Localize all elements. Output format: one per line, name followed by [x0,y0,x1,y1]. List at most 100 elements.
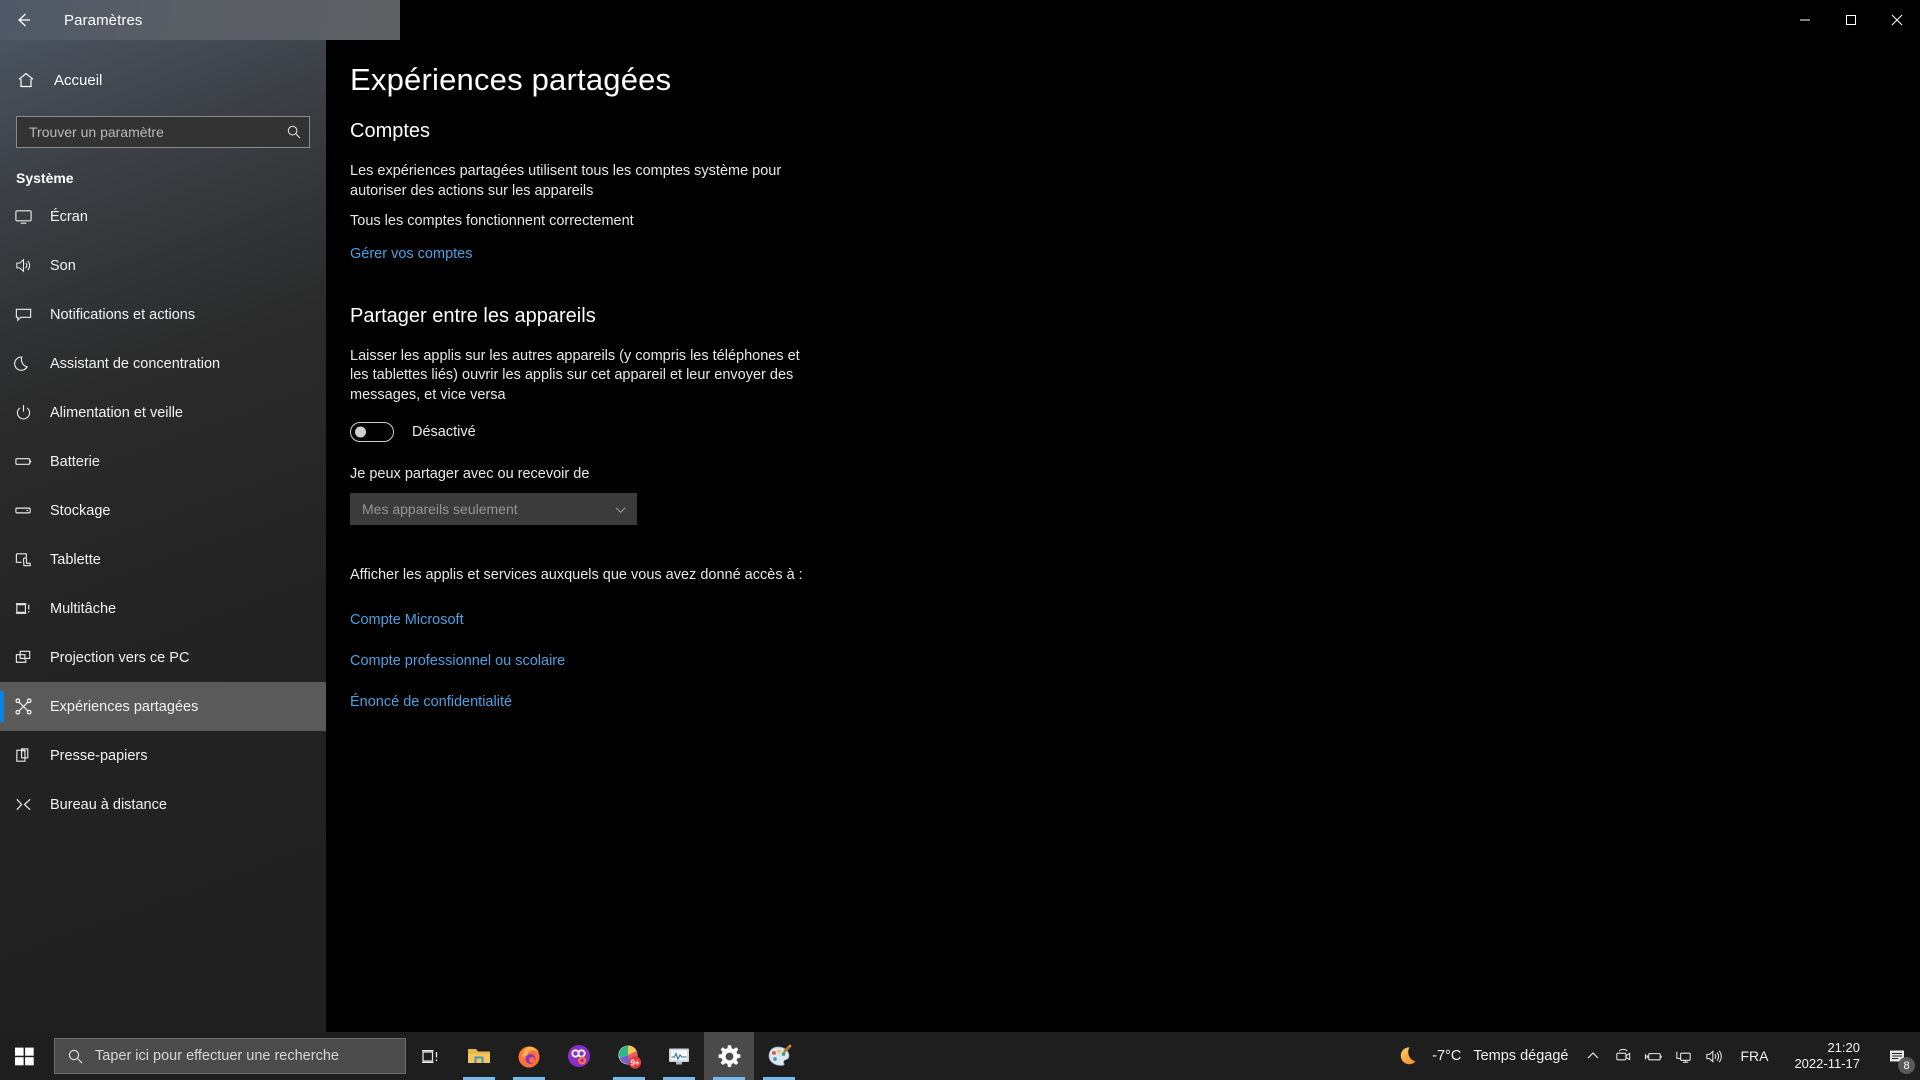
network-tray-button[interactable] [1668,1032,1698,1080]
clock[interactable]: 21:20 2022-11-17 [1780,1032,1874,1080]
settings-window: Paramètres Accueil Trouver un paramètre … [0,0,1920,1032]
search-input[interactable] [17,117,279,147]
taskbar-app-settings[interactable] [704,1032,754,1080]
show-hidden-icons-button[interactable] [1578,1032,1608,1080]
messaging-icon [568,1045,590,1067]
sidebar-item-label: Son [50,257,76,274]
accounts-heading: Comptes [350,120,431,142]
share-scope-value: Mes appareils seulement [362,501,518,517]
sidebar-item-label: Stockage [50,502,111,519]
maximize-icon [1846,15,1856,25]
power-icon [14,403,50,422]
charts-app-icon: 9+ [618,1045,642,1069]
privacy-statement-link[interactable]: Énoncé de confidentialité [350,694,1920,710]
monitor-icon [14,207,50,226]
share-heading: Partager entre les appareils [350,304,596,327]
taskbar-app-firefox[interactable] [504,1032,554,1080]
share-toggle-row: Désactivé [350,422,1920,442]
share-dropdown-label: Je peux partager avec ou recevoir de [350,466,590,482]
sidebar-item-experiences-partagees[interactable]: Expériences partagées [0,682,326,731]
window-controls [400,0,1920,40]
start-button[interactable] [0,1032,48,1080]
tablet-touch-icon [14,550,50,569]
clock-date: 2022-11-17 [1794,1056,1860,1071]
sidebar: Accueil Système [0,40,326,1032]
volume-tray-button[interactable] [1698,1032,1728,1080]
sidebar-item-label: Notifications et actions [50,306,196,323]
task-view-icon [421,1049,437,1063]
windows-logo-icon [14,1047,34,1065]
close-icon [1891,14,1903,26]
sidebar-item-tablette[interactable]: Tablette [0,535,326,584]
sidebar-item-label: Multitâche [50,600,117,617]
maximize-button[interactable] [1828,0,1874,40]
taskbar-app-charts[interactable]: 9+ [604,1032,654,1080]
chevron-down-icon [614,503,627,516]
gear-icon [718,1044,740,1067]
sidebar-item-ecran[interactable]: Écran [0,192,326,241]
crescent-moon-icon [1400,1047,1416,1065]
home-label: Accueil [54,71,103,89]
sidebar-item-projection[interactable]: Projection vers ce PC [0,633,326,682]
sidebar-item-presse-papiers[interactable]: Presse-papiers [0,731,326,780]
firefox-icon [518,1046,540,1068]
battery-charging-icon [1644,1052,1662,1060]
access-description: Afficher les applis et services auxquels… [350,567,803,583]
work-school-account-link[interactable]: Compte professionnel ou scolaire [350,653,1920,669]
home-icon [16,70,50,90]
taskbar-app-paint[interactable] [754,1032,804,1080]
taskbar-app-messaging[interactable] [554,1032,604,1080]
volume-icon [1706,1049,1722,1063]
window-title: Paramètres [64,11,143,29]
action-center-button[interactable]: 8 [1874,1032,1920,1080]
multitasking-icon [14,599,50,618]
share-scope-dropdown[interactable]: Mes appareils seulement [350,493,637,525]
sidebar-item-label: Expériences partagées [50,698,199,715]
shared-nodes-icon [14,697,50,716]
sidebar-item-son[interactable]: Son [0,241,326,290]
battery-tray-button[interactable] [1638,1032,1668,1080]
taskbar-app-system-monitor[interactable] [654,1032,704,1080]
task-view-button[interactable] [406,1032,454,1080]
taskbar-search[interactable]: Taper ici pour effectuer une recherche [54,1038,406,1074]
weather-condition: Temps dégagé [1473,1048,1569,1064]
sidebar-item-assistant-concentration[interactable]: Assistant de concentration [0,339,326,388]
projection-icon [14,648,50,667]
sidebar-item-label: Tablette [50,551,101,568]
access-links: Compte Microsoft Compte professionnel ou… [350,612,1920,710]
storage-drive-icon [14,501,50,520]
svg-text:9+: 9+ [630,1058,639,1067]
minimize-button[interactable] [1782,0,1828,40]
language-indicator[interactable]: FRA [1728,1032,1780,1080]
sidebar-section-title: Système [16,170,74,186]
taskbar-app-file-explorer[interactable] [454,1032,504,1080]
sidebar-item-label: Alimentation et veille [50,404,183,421]
sidebar-item-batterie[interactable]: Batterie [0,437,326,486]
title-bar: Paramètres [0,0,1920,40]
sidebar-item-label: Bureau à distance [50,796,167,813]
back-button[interactable] [0,0,46,40]
sidebar-item-stockage[interactable]: Stockage [0,486,326,535]
settings-search[interactable] [16,116,310,148]
sidebar-item-home[interactable]: Accueil [0,58,326,102]
sidebar-item-multitache[interactable]: Multitâche [0,584,326,633]
notification-badge: 8 [1898,1057,1915,1074]
accounts-description: Les expériences partagées utilisent tous… [350,163,782,199]
camera-tray-button[interactable] [1608,1032,1638,1080]
back-arrow-icon [18,13,30,27]
sidebar-item-label: Projection vers ce PC [50,649,190,666]
sidebar-item-bureau-a-distance[interactable]: Bureau à distance [0,780,326,829]
speaker-icon [14,256,50,275]
share-toggle[interactable] [350,422,394,442]
accounts-status: Tous les comptes fonctionnent correcteme… [350,213,634,229]
close-button[interactable] [1874,0,1920,40]
title-bar-left: Paramètres [0,0,400,40]
sidebar-item-label: Écran [50,208,88,225]
microsoft-account-link[interactable]: Compte Microsoft [350,612,1920,628]
share-description: Laisser les applis sur les autres appare… [350,347,800,403]
weather-widget[interactable]: -7°C Temps dégagé [1392,1032,1578,1080]
network-icon [1676,1051,1691,1063]
sidebar-item-notifications[interactable]: Notifications et actions [0,290,326,339]
manage-accounts-link[interactable]: Gérer vos comptes [350,246,473,262]
sidebar-item-alimentation[interactable]: Alimentation et veille [0,388,326,437]
